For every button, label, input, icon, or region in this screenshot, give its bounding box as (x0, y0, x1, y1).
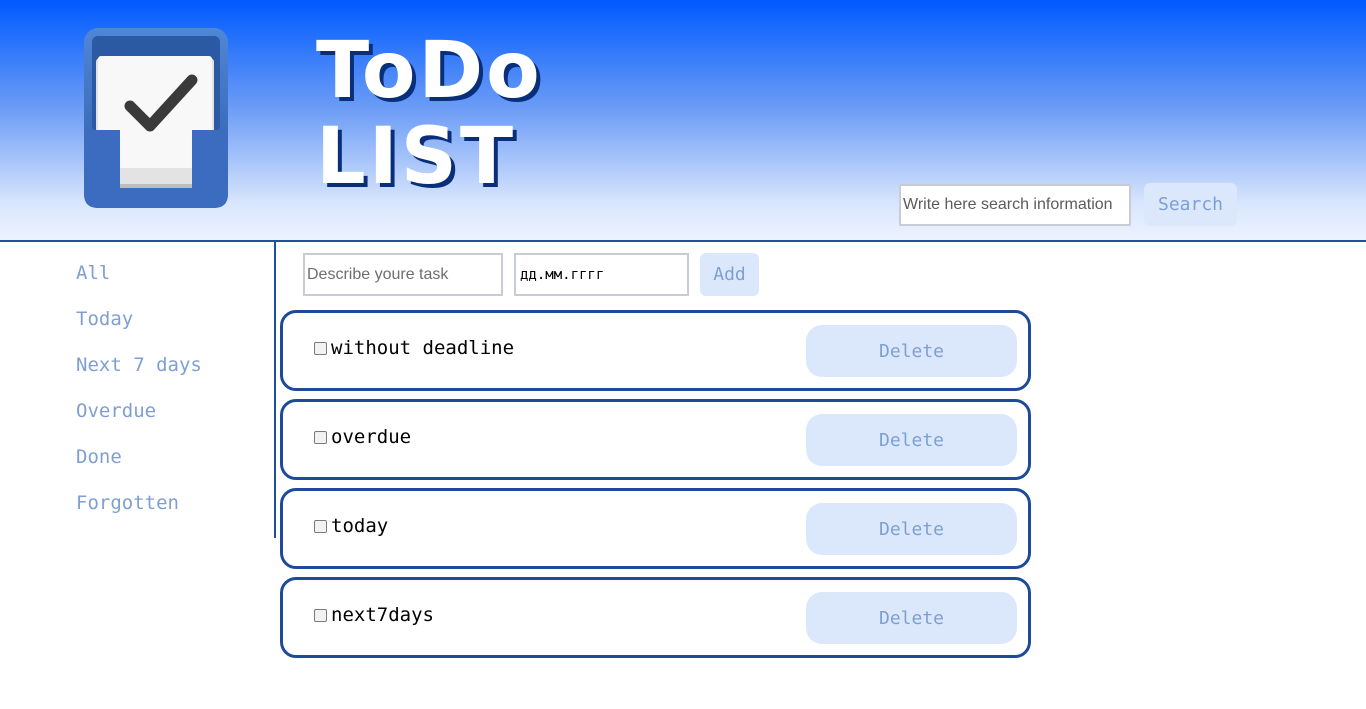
task-checkbox[interactable] (314, 520, 327, 533)
todo-box-logo (84, 28, 228, 208)
search-input[interactable] (899, 184, 1131, 226)
task-item: today Delete (280, 488, 1031, 569)
task-description-input[interactable] (303, 253, 503, 296)
sidebar-item-done[interactable]: Done (76, 446, 122, 468)
header: ToDo LIST Search (0, 0, 1366, 242)
task-label: overdue (331, 426, 412, 448)
sidebar-item-forgotten[interactable]: Forgotten (76, 492, 179, 514)
sidebar-item-overdue[interactable]: Overdue (76, 400, 156, 422)
sidebar-item-today[interactable]: Today (76, 308, 133, 330)
title-line-1: ToDo (316, 26, 543, 116)
title-line-2: LIST (316, 112, 517, 202)
sidebar-item-all[interactable]: All (76, 262, 110, 284)
delete-task-button[interactable]: Delete (806, 325, 1017, 377)
sidebar: All Today Next 7 days Overdue Done Forgo… (0, 242, 276, 538)
task-checkbox[interactable] (314, 609, 327, 622)
task-item: next7days Delete (280, 577, 1031, 658)
delete-task-button[interactable]: Delete (806, 592, 1017, 644)
delete-task-button[interactable]: Delete (806, 414, 1017, 466)
sidebar-item-next-7-days[interactable]: Next 7 days (76, 354, 202, 376)
app-title: ToDo LIST (316, 28, 543, 200)
task-item: overdue Delete (280, 399, 1031, 480)
search-button[interactable]: Search (1144, 183, 1237, 226)
task-checkbox[interactable] (314, 342, 327, 355)
task-label: without deadline (331, 337, 515, 359)
task-item: without deadline Delete (280, 310, 1031, 391)
deadline-date-input[interactable] (514, 253, 689, 296)
task-label: next7days (331, 604, 434, 626)
task-checkbox[interactable] (314, 431, 327, 444)
delete-task-button[interactable]: Delete (806, 503, 1017, 555)
add-task-button[interactable]: Add (700, 253, 759, 296)
task-label: today (331, 515, 389, 537)
